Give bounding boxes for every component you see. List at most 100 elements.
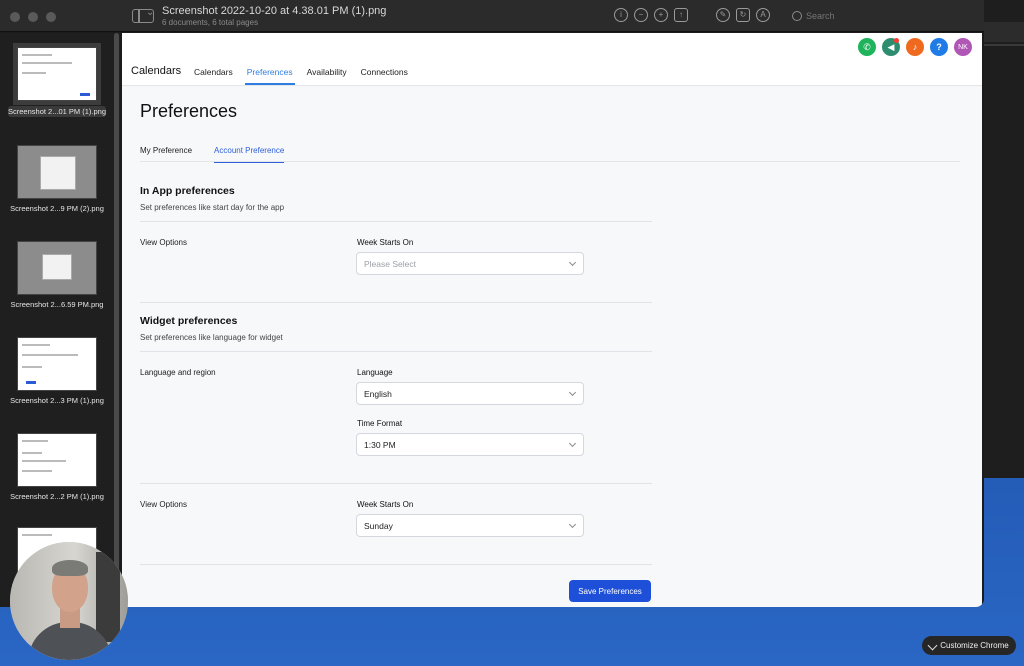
search-icon	[792, 11, 802, 21]
language-select[interactable]: English	[356, 382, 584, 405]
zoom-out-icon[interactable]: −	[634, 8, 648, 22]
week-starts-on-select[interactable]: Please Select	[356, 252, 584, 275]
week-starts-on-label: Week Starts On	[357, 500, 414, 509]
week-starts-on-label: Week Starts On	[357, 238, 414, 247]
markup-pen-icon[interactable]: ✎	[716, 8, 730, 22]
thumbnail-line	[22, 366, 42, 368]
close-window-button[interactable]	[10, 12, 20, 22]
select-value: 1:30 PM	[364, 439, 396, 450]
widget-section-desc: Set preferences like language for widget	[140, 333, 283, 342]
minimize-window-button[interactable]	[28, 12, 38, 22]
thumbnail-scrollbar[interactable]	[114, 33, 119, 593]
thumbnail-caption: Screenshot 2...3 PM (1).png	[10, 396, 104, 405]
window-controls	[10, 12, 56, 22]
thumbnail-line	[22, 354, 78, 356]
scrollbar-knob[interactable]	[114, 33, 119, 593]
search-input[interactable]	[806, 11, 956, 21]
help-icon[interactable]: ?	[930, 38, 948, 56]
thumbnail-caption: Screenshot 2...2 PM (1).png	[10, 492, 104, 501]
zoom-in-icon[interactable]: +	[654, 8, 668, 22]
tabs-divider	[140, 161, 960, 162]
window-subtitle: 6 documents, 6 total pages	[162, 18, 259, 27]
window-title: Screenshot 2022-10-20 at 4.38.01 PM (1).…	[162, 5, 387, 17]
zoom-window-button[interactable]	[46, 12, 56, 22]
thumbnail-caption: Screenshot 2...6.59 PM.png	[10, 300, 104, 309]
top-nav: Calendars Preferences Availability Conne…	[194, 67, 422, 85]
chevron-down-icon	[568, 258, 577, 267]
nav-tab-preferences[interactable]: Preferences	[244, 67, 295, 85]
rotate-icon[interactable]: ↻	[736, 8, 750, 22]
thumbnail-item[interactable]: Screenshot 2...2 PM (1).png	[8, 433, 106, 501]
markup-icon[interactable]: A	[756, 8, 770, 22]
thumbnail-image[interactable]	[17, 145, 97, 199]
background-window-divider	[984, 44, 1024, 46]
nav-tab-connections[interactable]: Connections	[361, 67, 408, 85]
thumbnail-image[interactable]	[17, 337, 97, 391]
section-divider	[140, 351, 652, 352]
nav-tab-calendars[interactable]: Calendars	[194, 67, 233, 85]
thumbnail-item[interactable]: Screenshot 2...01 PM (1).png	[8, 43, 106, 117]
thumbnail-line	[22, 72, 46, 74]
select-value: English	[364, 388, 392, 399]
thumbnail-item[interactable]: Screenshot 2...9 PM (2).png	[8, 145, 106, 213]
share-icon[interactable]: ↑	[674, 8, 688, 22]
bell-icon[interactable]: ♪	[906, 38, 924, 56]
time-format-select[interactable]: 1:30 PM	[356, 433, 584, 456]
brand-title: Calendars	[131, 65, 182, 77]
thumbnail-line	[22, 54, 52, 56]
language-region-label: Language and region	[140, 368, 216, 377]
thumbnail-item[interactable]: Screenshot 2...6.59 PM.png	[8, 241, 106, 309]
section-divider	[140, 302, 652, 303]
page-title: Preferences	[140, 101, 238, 121]
search-field[interactable]	[792, 8, 972, 24]
phone-icon[interactable]: ✆	[858, 38, 876, 56]
thumbnail-image[interactable]	[17, 241, 97, 295]
thumbnail-caption: Screenshot 2...01 PM (1).png	[8, 106, 106, 117]
toolbar-icons: i − + ↑ ✎ ↻ A	[614, 8, 770, 22]
app-header: Calendars Calendars Preferences Availabi…	[122, 33, 982, 86]
chevron-down-icon	[568, 520, 577, 529]
thumbnail-button	[80, 93, 90, 96]
thumbnail-dialog	[42, 254, 72, 280]
customize-chrome-label: Customize Chrome	[940, 641, 1009, 650]
thumbnail-button	[26, 381, 36, 384]
background-window-toolbar	[984, 22, 1024, 42]
section-divider	[140, 483, 652, 484]
webcam-overlay	[10, 542, 128, 660]
save-preferences-button[interactable]: Save Preferences	[569, 580, 651, 602]
avatar[interactable]: NK	[954, 38, 972, 56]
notification-dot	[894, 38, 899, 43]
thumbnail-image[interactable]	[13, 43, 101, 105]
thumbnail-line	[22, 452, 42, 454]
webcam-door	[96, 552, 120, 642]
view-options-label: View Options	[140, 238, 187, 247]
chevron-down-icon	[568, 388, 577, 397]
thumbnail-item[interactable]: Screenshot 2...3 PM (1).png	[8, 337, 106, 405]
thumbnail-caption: Screenshot 2...9 PM (2).png	[10, 204, 104, 213]
section-divider	[140, 564, 652, 565]
nav-tab-availability[interactable]: Availability	[307, 67, 347, 85]
time-format-label: Time Format	[357, 419, 403, 428]
in-app-section-title: In App preferences	[140, 185, 235, 197]
window-titlebar: ⌄ Screenshot 2022-10-20 at 4.38.01 PM (1…	[0, 0, 984, 32]
chevron-down-icon	[568, 439, 577, 448]
web-app: Calendars Calendars Preferences Availabi…	[122, 33, 982, 607]
thumbnail-line	[22, 460, 66, 462]
webcam-person-hair	[52, 560, 88, 576]
select-value: Please Select	[364, 258, 416, 269]
thumbnail-line	[22, 344, 50, 346]
thumbnail-line	[22, 534, 52, 536]
pencil-icon	[927, 640, 938, 651]
chevron-down-icon[interactable]: ⌄	[146, 7, 154, 18]
select-value: Sunday	[364, 520, 393, 531]
view-options-label: View Options	[140, 500, 187, 509]
section-divider	[140, 221, 652, 222]
megaphone-icon[interactable]: ◀	[882, 38, 900, 56]
background-window	[984, 0, 1024, 478]
customize-chrome-button[interactable]: Customize Chrome	[922, 636, 1016, 655]
preview-window: ⌄ Screenshot 2022-10-20 at 4.38.01 PM (1…	[0, 0, 984, 607]
thumbnail-image[interactable]	[17, 433, 97, 487]
widget-week-starts-on-select[interactable]: Sunday	[356, 514, 584, 537]
info-icon[interactable]: i	[614, 8, 628, 22]
